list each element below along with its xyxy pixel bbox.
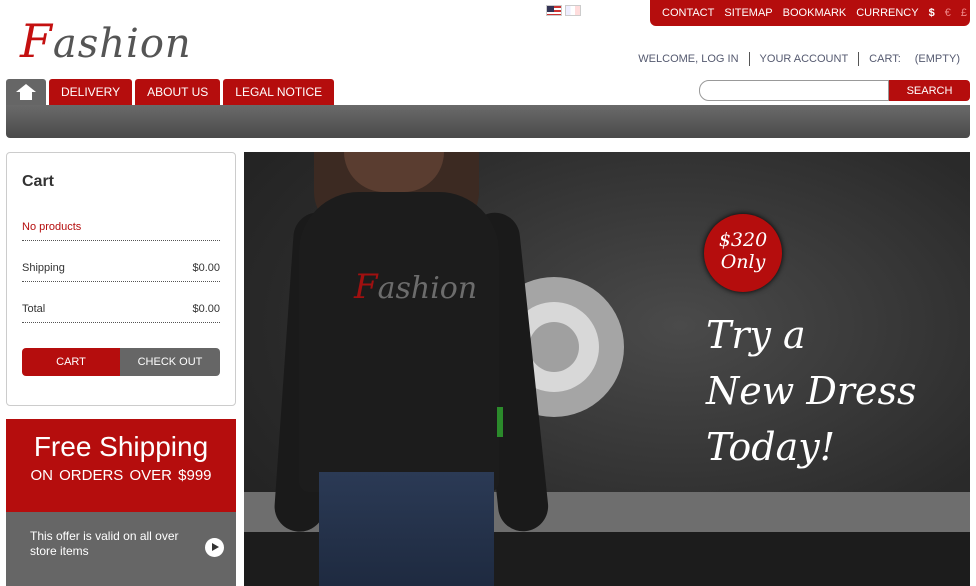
slogan-line-3: Today! xyxy=(706,425,835,469)
cart-shipping-row: Shipping $0.00 xyxy=(22,262,220,282)
tab-about-us[interactable]: ABOUT US xyxy=(135,79,221,105)
total-label: Total xyxy=(22,303,46,315)
cart-block: Cart No products Shipping $0.00 Total $0.0… xyxy=(6,152,236,406)
tab-home[interactable] xyxy=(6,79,46,105)
offer-box: This offer is valid on all over store it… xyxy=(6,512,236,586)
fr-flag-icon[interactable] xyxy=(565,5,581,16)
search-input[interactable] xyxy=(699,80,889,101)
currency-pound[interactable]: £ xyxy=(961,7,967,19)
shirt-tag xyxy=(497,407,503,437)
free-shipping-promo[interactable]: Free Shipping ON ORDERS OVER $999 xyxy=(6,419,236,512)
model-jeans xyxy=(319,472,494,586)
user-links: WELCOME, LOG IN YOUR ACCOUNT CART: (EMPTY… xyxy=(628,52,970,66)
sitemap-link[interactable]: SITEMAP xyxy=(724,7,772,19)
tab-delivery[interactable]: DELIVERY xyxy=(49,79,133,105)
cart-empty-row: No products xyxy=(22,221,220,241)
cart-title[interactable]: Cart xyxy=(22,173,220,191)
currency-dollar[interactable]: $ xyxy=(929,7,935,19)
cart-link[interactable]: CART: (EMPTY) xyxy=(858,52,970,66)
us-flag-icon[interactable] xyxy=(546,5,562,16)
cart-status: (EMPTY) xyxy=(914,53,960,65)
currency-euro[interactable]: € xyxy=(945,7,951,19)
model-shirt xyxy=(299,192,499,492)
site-logo[interactable]: Fashion xyxy=(20,14,192,68)
slogan-line-2: New Dress xyxy=(706,369,917,413)
cart-total-row: Total $0.00 xyxy=(22,303,220,323)
cart-buttons: CART CHECK OUT xyxy=(22,348,220,376)
price-amount: $320 xyxy=(718,229,768,251)
play-icon[interactable] xyxy=(205,538,224,557)
search-button[interactable]: SEARCH xyxy=(889,80,970,101)
shipping-value: $0.00 xyxy=(192,262,220,274)
account-link[interactable]: YOUR ACCOUNT xyxy=(748,52,859,66)
shirt-logo: Fashion xyxy=(354,267,478,307)
promo-subtitle: ON ORDERS OVER $999 xyxy=(30,467,212,484)
tab-legal-notice[interactable]: LEGAL NOTICE xyxy=(223,79,335,105)
slogan-line-1: Try a xyxy=(706,313,806,357)
total-value: $0.00 xyxy=(192,303,220,315)
currency-label: CURRENCY xyxy=(856,7,919,19)
nav-strip xyxy=(6,105,970,138)
cart-label: CART: xyxy=(869,53,901,65)
home-icon xyxy=(16,84,36,100)
top-bar: CONTACT SITEMAP BOOKMARK CURRENCY $ € £ xyxy=(650,0,970,26)
shipping-label: Shipping xyxy=(22,262,65,274)
no-products-text: No products xyxy=(22,221,82,233)
price-badge: $320 Only xyxy=(704,214,782,292)
cart-button[interactable]: CART xyxy=(22,348,120,376)
main-nav: DELIVERY ABOUT US LEGAL NOTICE xyxy=(6,79,335,105)
search-form: SEARCH xyxy=(699,80,970,101)
login-link[interactable]: WELCOME, LOG IN xyxy=(628,52,748,66)
contact-link[interactable]: CONTACT xyxy=(662,7,714,19)
banner-slogan: Try a New Dress Today! xyxy=(706,307,916,475)
offer-text: This offer is valid on all over store it… xyxy=(30,529,179,558)
checkout-button[interactable]: CHECK OUT xyxy=(120,348,220,376)
hero-banner[interactable]: Fashion $320 Only Try a New Dress Today! xyxy=(244,152,970,586)
promo-title: Free Shipping xyxy=(33,431,209,462)
language-flags xyxy=(546,5,581,16)
price-only: Only xyxy=(720,251,766,273)
bookmark-link[interactable]: BOOKMARK xyxy=(783,7,847,19)
